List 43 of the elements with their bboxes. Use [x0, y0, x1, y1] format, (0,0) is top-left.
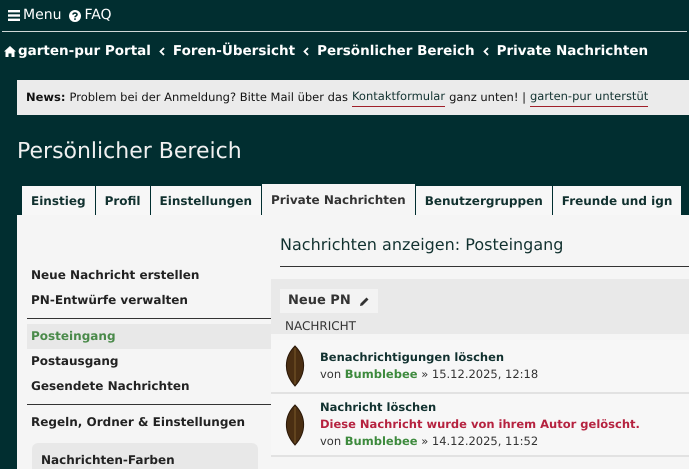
- help-icon: [69, 10, 82, 22]
- new-message-button[interactable]: Neue PN: [280, 289, 378, 313]
- tab[interactable]: Benutzergruppen: [416, 186, 553, 215]
- message-date: » 14.12.2025, 11:52: [421, 434, 538, 448]
- news-text: Problem bei der Anmeldung? Bitte Mail über das: [70, 88, 348, 106]
- box-title: Nachrichten-Farben: [41, 453, 175, 467]
- sidebar-item[interactable]: PN-Entwürfe verwalten: [27, 288, 271, 313]
- pencil-icon: [358, 296, 370, 306]
- news-text: ganz unten! |: [449, 88, 526, 106]
- chevron-left-icon: [303, 46, 310, 56]
- tab[interactable]: Einstellungen: [150, 186, 262, 215]
- breadcrumb-link[interactable]: Private Nachrichten: [496, 40, 648, 62]
- contact-form-link[interactable]: Kontaktformular: [352, 88, 446, 107]
- tab[interactable]: Profil: [96, 186, 151, 215]
- from-label: von: [320, 367, 342, 381]
- page-title: Persönlicher Bereich: [17, 138, 243, 166]
- section-heading: Nachrichten anzeigen: Posteingang: [280, 215, 689, 267]
- chevron-left-icon: [158, 46, 165, 56]
- message-title[interactable]: Nachricht löschen: [320, 399, 640, 416]
- news-label: News:: [26, 88, 66, 106]
- support-link[interactable]: garten-pur unterstüt: [530, 88, 648, 107]
- home-icon: [4, 46, 16, 56]
- message-title[interactable]: Benachrichtigungen löschen: [320, 349, 538, 366]
- breadcrumb-link[interactable]: Foren-Übersicht: [172, 40, 296, 62]
- sidebar-item[interactable]: Gesendete Nachrichten: [27, 374, 271, 399]
- menu-icon: [8, 10, 20, 21]
- author-link[interactable]: Bumblebee: [344, 367, 418, 381]
- author-link[interactable]: Bumblebee: [344, 434, 418, 448]
- tab[interactable]: Freunde und ign: [552, 186, 682, 215]
- tab[interactable]: Einstieg: [22, 186, 96, 215]
- sidebar-item[interactable]: Regeln, Ordner & Einstellungen: [27, 410, 271, 435]
- faq-link[interactable]: FAQ: [84, 5, 112, 26]
- chevron-left-icon: [482, 46, 489, 56]
- sidebar-item[interactable]: Postausgang: [27, 349, 271, 374]
- breadcrumb-link[interactable]: garten-pur Portal: [18, 40, 151, 62]
- column-header: NACHRICHT: [284, 318, 357, 335]
- sidebar-item[interactable]: Neue Nachricht erstellen: [27, 263, 271, 288]
- breadcrumb-link[interactable]: Persönlicher Bereich: [317, 40, 475, 62]
- deleted-notice: Diese Nachricht wurde von ihrem Autor gelöscht.: [320, 416, 640, 433]
- message-date: » 15.12.2025, 12:18: [421, 367, 538, 381]
- tab[interactable]: Private Nachrichten: [262, 184, 416, 215]
- menu-link[interactable]: Menu: [23, 5, 62, 26]
- from-label: von: [320, 434, 342, 448]
